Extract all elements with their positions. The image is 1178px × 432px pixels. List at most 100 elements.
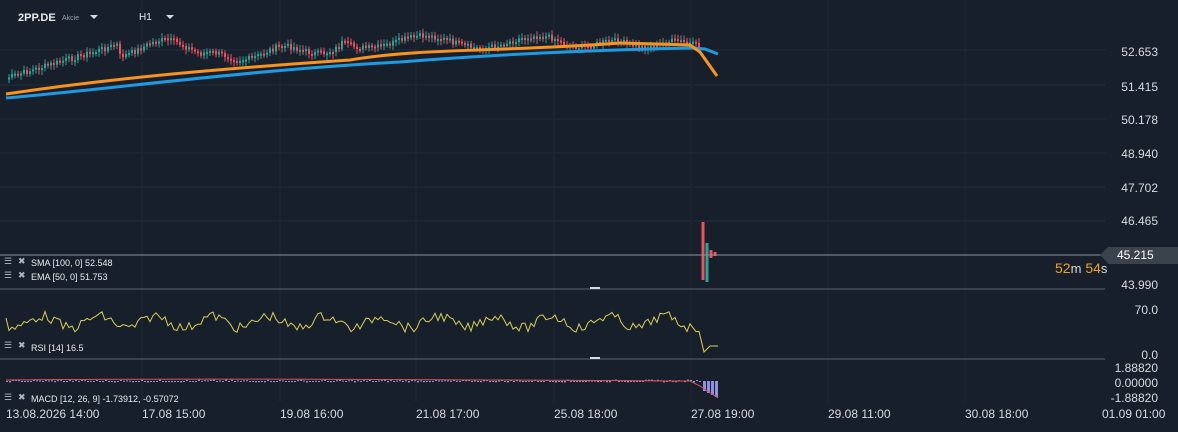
macd-bar <box>699 381 701 382</box>
macd-bar <box>72 381 74 382</box>
candle-body <box>194 49 196 52</box>
candle-body <box>107 47 109 52</box>
candle-body <box>401 37 403 41</box>
candle-body <box>68 56 70 59</box>
macd-bar <box>378 380 380 382</box>
candle-body <box>686 41 688 44</box>
candle-body <box>443 37 445 40</box>
candle-body <box>227 57 229 60</box>
macd-bar <box>576 381 578 382</box>
macd-bar <box>312 381 314 382</box>
macd-bar <box>327 381 329 382</box>
candle-body <box>449 38 451 41</box>
macd-remove-icon[interactable]: ✖ <box>18 392 26 403</box>
candle-body <box>353 42 355 47</box>
macd-bar <box>273 381 275 383</box>
timeframe-label[interactable]: H1 <box>139 12 152 23</box>
sma-remove-icon[interactable]: ✖ <box>18 256 26 267</box>
candle-body <box>416 35 418 38</box>
macd-bar <box>492 381 494 382</box>
macd-bar <box>198 379 200 381</box>
candle-body <box>323 51 325 55</box>
macd-bar <box>213 379 215 381</box>
macd-bar <box>285 381 287 382</box>
macd-bar <box>204 380 206 382</box>
candle-body <box>143 46 145 51</box>
candle-body <box>245 59 247 62</box>
macd-bar <box>156 380 158 382</box>
macd-bar <box>414 380 416 382</box>
sma-settings-icon[interactable]: ☰ <box>4 256 12 267</box>
macd-settings-icon[interactable]: ☰ <box>4 392 12 403</box>
macd-bar <box>372 381 374 382</box>
macd-bar <box>150 381 152 382</box>
macd-bar <box>96 380 98 382</box>
candle-body <box>14 73 16 76</box>
candle-countdown: 52m 54s <box>1055 260 1107 276</box>
macd-bar <box>120 380 122 382</box>
instrument-type-label: Akcie <box>62 15 80 22</box>
macd-bar <box>288 380 290 382</box>
macd-bar <box>231 379 233 381</box>
macd-bar <box>246 380 248 382</box>
candle-body <box>65 58 67 61</box>
candle-body <box>71 56 73 61</box>
candle-body <box>80 54 82 57</box>
candle-body <box>230 58 232 61</box>
candle-body <box>515 42 517 45</box>
ema-remove-icon[interactable]: ✖ <box>18 270 26 281</box>
symbol-dropdown-icon[interactable] <box>90 15 98 19</box>
candle-body <box>53 62 55 65</box>
macd-bar <box>408 381 410 383</box>
candle-body <box>26 70 28 74</box>
rsi-remove-icon[interactable]: ✖ <box>18 340 26 351</box>
rsi-tick: 70.0 <box>1134 303 1158 317</box>
macd-bar <box>570 380 572 382</box>
candle-body <box>47 63 49 66</box>
macd-bar <box>387 381 389 383</box>
candle-body <box>44 63 46 69</box>
candle-body <box>131 50 133 53</box>
candle-body <box>218 51 220 55</box>
candle-body <box>125 53 127 58</box>
macd-bar <box>564 381 566 383</box>
macd-bar <box>711 381 714 395</box>
macd-bar <box>345 381 347 382</box>
macd-bar <box>207 380 209 382</box>
macd-bar <box>36 380 38 382</box>
candle-body <box>311 53 313 56</box>
candle-body <box>419 33 421 36</box>
candle-body <box>368 45 370 48</box>
rsi-line <box>5 310 718 353</box>
ema-settings-icon[interactable]: ☰ <box>4 270 12 281</box>
macd-bar <box>381 380 383 382</box>
macd-bar <box>321 380 323 382</box>
macd-bar <box>177 381 179 382</box>
macd-bar <box>162 381 164 382</box>
macd-bar <box>78 381 80 382</box>
symbol-label[interactable]: 2PP.DE <box>18 12 56 24</box>
price-chart[interactable] <box>0 0 1178 432</box>
macd-pane-resize-handle[interactable] <box>590 357 600 359</box>
candle-body <box>161 37 163 42</box>
candle-body <box>389 43 391 46</box>
macd-bar <box>93 381 95 382</box>
time-tick: 29.08 11:00 <box>828 407 891 421</box>
candle-body <box>464 43 466 46</box>
candle-body <box>386 43 388 46</box>
candle-body <box>206 52 208 55</box>
macd-bar <box>549 381 551 382</box>
candle-body <box>683 39 685 42</box>
candle-body <box>89 51 91 54</box>
timeframe-dropdown-icon[interactable] <box>166 15 174 19</box>
macd-bar <box>507 381 509 383</box>
rsi-pane-resize-handle[interactable] <box>590 287 600 289</box>
macd-bar <box>240 380 242 382</box>
macd-bar <box>438 380 440 382</box>
price-tick: 47.702 <box>1121 181 1158 195</box>
macd-bar <box>258 381 260 383</box>
candle-body <box>269 48 271 53</box>
candle-body <box>431 35 433 38</box>
rsi-settings-icon[interactable]: ☰ <box>4 340 12 351</box>
candle-body <box>293 47 295 50</box>
